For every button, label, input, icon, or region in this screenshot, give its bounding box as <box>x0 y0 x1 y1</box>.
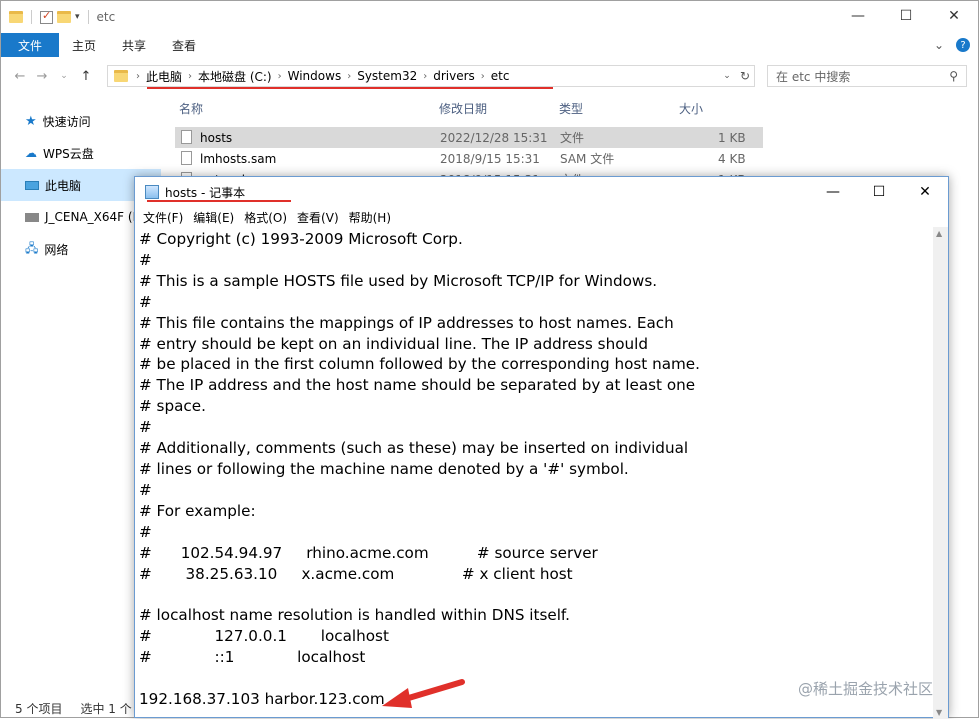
column-header-name[interactable]: 名称 <box>179 100 203 117</box>
notepad-window-controls: — ☐ ✕ <box>810 177 948 207</box>
properties-icon[interactable] <box>40 9 53 24</box>
scroll-up-icon[interactable]: ▲ <box>936 229 942 238</box>
menu-view[interactable]: 查看(V) <box>293 209 343 226</box>
folder-icon <box>9 11 23 23</box>
file-name: lmhosts.sam <box>200 151 277 166</box>
file-type: 文件 <box>560 131 585 145</box>
tab-file[interactable]: 文件 <box>1 33 59 57</box>
folder-icon <box>114 70 128 82</box>
menu-edit[interactable]: 编辑(E) <box>189 209 238 226</box>
search-icon: ⚲ <box>949 69 958 83</box>
minimize-button[interactable]: — <box>834 1 882 31</box>
notepad-titlebar: hosts - 记事本 — ☐ ✕ <box>135 177 948 207</box>
quick-access-toolbar: ▾ <box>1 9 93 24</box>
tab-home[interactable]: 主页 <box>59 37 109 54</box>
notepad-text-area[interactable]: # Copyright (c) 1993-2009 Microsoft Corp… <box>135 227 935 719</box>
up-button[interactable]: ↑ <box>75 69 97 84</box>
notepad-close-button[interactable]: ✕ <box>902 177 948 207</box>
recent-locations-button[interactable]: ⌄ <box>53 71 75 81</box>
menu-format[interactable]: 格式(O) <box>240 209 291 226</box>
sidebar-item-label: 快速访问 <box>42 114 91 129</box>
close-button[interactable]: ✕ <box>930 1 978 31</box>
star-icon: ★ <box>25 113 37 129</box>
window-title: etc <box>96 10 116 24</box>
file-icon <box>181 151 192 165</box>
path-underline-annotation <box>147 87 553 89</box>
file-size: 1 KB <box>718 130 746 145</box>
file-date: 2018/9/15 15:31 <box>440 151 540 166</box>
title-underline-annotation <box>147 200 291 202</box>
selected-count: 选中 1 个 <box>80 701 132 716</box>
customize-toolbar-icon[interactable]: ▾ <box>75 12 80 22</box>
forward-button[interactable]: → <box>31 69 53 84</box>
cloud-icon: ☁ <box>25 146 37 160</box>
new-folder-icon[interactable] <box>57 11 71 23</box>
notepad-menubar: 文件(F) 编辑(E) 格式(O) 查看(V) 帮助(H) <box>135 207 948 227</box>
notepad-maximize-button[interactable]: ☐ <box>856 177 902 207</box>
file-size: 4 KB <box>718 151 746 166</box>
sidebar-item-label: WPS云盘 <box>43 146 94 161</box>
sidebar-item-quick-access[interactable]: ★ 快速访问 <box>1 105 161 137</box>
watermark: @稀土掘金技术社区 <box>798 680 934 698</box>
drive-icon <box>25 212 39 222</box>
notepad-minimize-button[interactable]: — <box>810 177 856 207</box>
sidebar-item-label: 此电脑 <box>45 178 82 193</box>
breadcrumb-windows[interactable]: Windows <box>282 69 348 83</box>
breadcrumb-drivers[interactable]: drivers <box>427 69 481 83</box>
maximize-button[interactable]: ☐ <box>882 1 930 31</box>
tab-view[interactable]: 查看 <box>159 37 209 54</box>
red-arrow-annotation <box>382 679 465 708</box>
tab-share[interactable]: 共享 <box>109 37 159 54</box>
column-headers: 名称 修改日期 类型 大小 <box>161 93 979 121</box>
sidebar-item-label: J_CENA_X64F (M <box>45 210 143 224</box>
notepad-icon <box>145 185 159 199</box>
breadcrumb-etc[interactable]: etc <box>485 69 516 83</box>
address-dropdown-icon[interactable]: ⌄ <box>718 71 736 81</box>
arrow-shaft <box>399 679 465 703</box>
breadcrumb-this-pc[interactable]: 此电脑 <box>140 68 188 85</box>
column-header-type[interactable]: 类型 <box>559 100 583 117</box>
sidebar-item-wps-cloud[interactable]: ☁ WPS云盘 <box>1 137 161 169</box>
file-date: 2022/12/28 15:31 <box>440 130 548 145</box>
address-bar[interactable]: › 此电脑 › 本地磁盘 (C:) › Windows › System32 ›… <box>107 65 755 87</box>
status-bar: 5 个项目 选中 1 个 <box>1 697 141 719</box>
back-button[interactable]: ← <box>9 69 31 84</box>
network-icon: 🖧 <box>25 240 39 255</box>
scroll-down-icon[interactable]: ▼ <box>936 708 942 717</box>
menu-file[interactable]: 文件(F) <box>139 209 187 226</box>
expand-ribbon-icon[interactable]: ⌄ <box>934 38 944 52</box>
file-type: SAM 文件 <box>560 152 615 166</box>
search-input[interactable]: 在 etc 中搜索 <box>776 68 850 85</box>
pc-icon <box>25 180 39 190</box>
item-count: 5 个项目 <box>15 701 63 716</box>
breadcrumb-local-disk[interactable]: 本地磁盘 (C:) <box>192 68 278 85</box>
table-row[interactable]: lmhosts.sam 2018/9/15 15:31 SAM 文件 4 KB <box>175 148 763 169</box>
window-controls: — ☐ ✕ <box>834 1 978 31</box>
arrow-head <box>382 688 412 708</box>
explorer-titlebar: ▾ etc — ☐ ✕ <box>1 1 978 33</box>
ribbon-tabs: 文件 主页 共享 查看 ⌄ ? <box>1 33 978 57</box>
sidebar-item-label: 网络 <box>44 242 69 257</box>
column-header-size[interactable]: 大小 <box>679 100 703 117</box>
file-list: 名称 修改日期 类型 大小 hosts 2022/12/28 15:31 文件 … <box>161 93 979 187</box>
refresh-icon[interactable]: ↻ <box>736 69 754 83</box>
file-icon <box>181 130 192 144</box>
vertical-scrollbar[interactable]: ▲ ▼ <box>933 227 948 719</box>
notepad-window: hosts - 记事本 — ☐ ✕ 文件(F) 编辑(E) 格式(O) 查看(V… <box>134 176 949 719</box>
search-box[interactable]: 在 etc 中搜索 ⚲ <box>767 65 967 87</box>
file-name: hosts <box>200 130 233 145</box>
column-header-date[interactable]: 修改日期 <box>439 100 487 117</box>
notepad-title: hosts - 记事本 <box>165 185 246 200</box>
breadcrumb-system32[interactable]: System32 <box>351 69 423 83</box>
help-icon[interactable]: ? <box>956 38 970 52</box>
table-row[interactable]: hosts 2022/12/28 15:31 文件 1 KB <box>175 127 763 148</box>
menu-help[interactable]: 帮助(H) <box>345 209 395 226</box>
